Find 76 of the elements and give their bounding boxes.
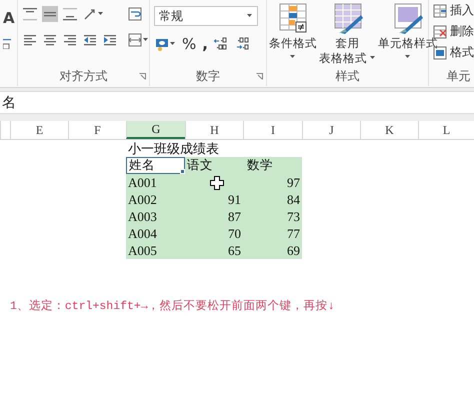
align-left-button[interactable]	[22, 32, 38, 48]
instruction-text: 1、选定：ctrl+shift+→，然后不要松开前面两个键，再按↓	[10, 300, 335, 313]
dialog-launcher-icon[interactable]	[256, 73, 263, 80]
number-format-dropdown[interactable]: 常规	[154, 6, 258, 26]
middle-align-button[interactable]	[42, 6, 58, 22]
caret-icon[interactable]	[370, 56, 376, 60]
table-cell: 87	[185, 208, 243, 225]
phonetic-icon	[3, 39, 11, 49]
formula-content: 名	[2, 94, 16, 112]
table-style-icon	[332, 3, 362, 35]
table-cell: 84	[243, 191, 302, 208]
wrap-text-icon	[128, 7, 142, 21]
table-cell: A004	[126, 225, 185, 242]
align-center-button[interactable]	[42, 32, 58, 48]
orientation-icon	[83, 7, 97, 21]
table-cell: A005	[126, 242, 185, 259]
table-cell: 77	[243, 225, 302, 242]
delete-cells-icon	[433, 24, 447, 38]
table-cell: 97	[243, 174, 302, 191]
comma-style-button[interactable]: ,	[201, 34, 209, 54]
percent-button[interactable]: %	[181, 34, 198, 54]
increase-indent-button[interactable]	[102, 32, 118, 48]
top-align-icon	[23, 7, 37, 21]
column-header[interactable]: J	[302, 121, 360, 139]
table-cell: 70	[185, 225, 243, 242]
table-cell: 65	[185, 242, 243, 259]
style-button[interactable]: 套用 表格格式	[318, 2, 377, 66]
top-align-button[interactable]	[22, 6, 38, 22]
header-cell: 语文	[185, 157, 243, 174]
insert-cells-icon	[433, 4, 447, 18]
group-label: 单元	[446, 68, 470, 84]
decrease-indent-button[interactable]	[82, 32, 98, 48]
cell-style-icon	[393, 3, 423, 35]
conditional-format-icon	[278, 3, 308, 35]
style-button[interactable]: 条件格式	[268, 2, 318, 66]
grow-font-button[interactable]: A	[2, 8, 17, 28]
table-cell: A003	[126, 208, 185, 225]
column-header[interactable]: L	[418, 121, 474, 139]
group-label: 样式	[336, 68, 360, 84]
group-label: 对齐方式	[60, 68, 108, 84]
caret-icon[interactable]	[170, 42, 176, 46]
table-title: 小一班级成绩表	[127, 140, 220, 157]
table-cell: A002	[126, 191, 185, 208]
align-right-button[interactable]	[62, 32, 78, 48]
header-cell: 数学	[243, 157, 302, 174]
column-header[interactable]: I	[243, 121, 302, 139]
merge-cells-icon	[128, 33, 142, 47]
decrease-indent-icon	[83, 33, 97, 47]
header-cell: 姓名	[126, 157, 185, 174]
caret-icon[interactable]	[290, 55, 296, 59]
cursor-icon	[210, 176, 224, 190]
table-cell: 73	[243, 208, 302, 225]
caret-icon[interactable]	[247, 14, 253, 18]
column-header[interactable]: E	[10, 121, 68, 139]
caret-icon[interactable]	[405, 55, 411, 59]
accounting-format-button[interactable]	[154, 36, 177, 52]
bottom-align-button[interactable]	[62, 6, 78, 22]
money-icon	[155, 37, 169, 51]
caret-icon[interactable]	[143, 38, 149, 42]
cells-menu-button[interactable]: 插入	[433, 2, 474, 19]
bottom-align-icon	[63, 7, 77, 21]
column-header[interactable]: G	[126, 121, 185, 139]
fill-handle[interactable]	[180, 169, 185, 174]
increase-indent-icon	[103, 33, 117, 47]
caret-icon[interactable]	[98, 12, 104, 16]
table-cell: 91	[185, 191, 243, 208]
table-cell: 69	[243, 242, 302, 259]
column-header[interactable]: K	[360, 121, 418, 139]
dialog-launcher-icon[interactable]	[139, 73, 146, 80]
align-left-icon	[23, 33, 37, 47]
align-center-icon	[43, 33, 57, 47]
group-label: 数字	[196, 68, 220, 84]
merge-cells-button[interactable]	[127, 32, 150, 48]
align-right-icon	[63, 33, 77, 47]
table-cell: A001	[126, 174, 185, 191]
column-header[interactable]: H	[185, 121, 243, 139]
